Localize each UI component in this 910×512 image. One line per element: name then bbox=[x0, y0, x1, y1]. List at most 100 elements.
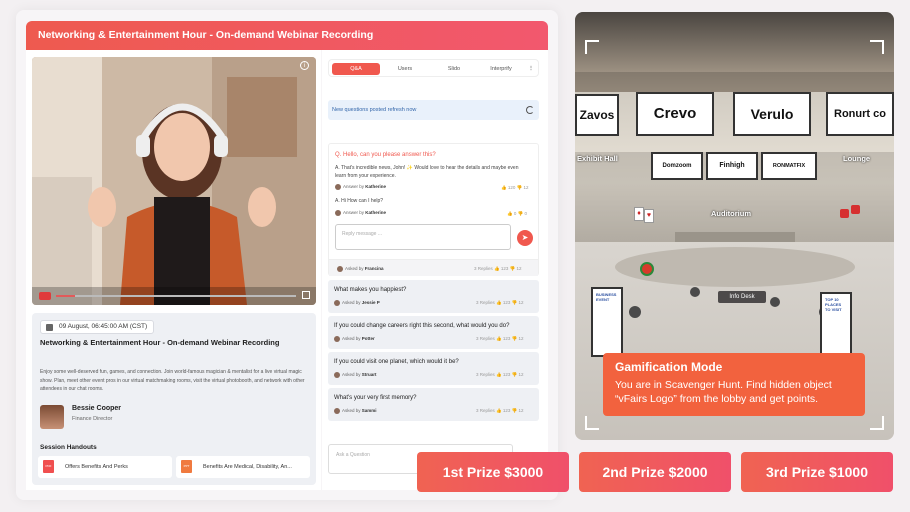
asked-by-label: Asked by bbox=[342, 408, 361, 414]
dice-icon[interactable] bbox=[840, 209, 849, 218]
session-date: 09 August, 06:45:00 AM (CST) bbox=[59, 323, 148, 330]
session-info: 09 August, 06:45:00 AM (CST) Networking … bbox=[32, 313, 316, 485]
answer-by-label: Answer by bbox=[343, 210, 365, 216]
handout-item[interactable]: PDF Offers Benefits And Perks bbox=[38, 456, 172, 478]
info-desk-label[interactable]: Info Desk bbox=[718, 291, 766, 303]
sponsor-logo[interactable]: Finhigh bbox=[706, 152, 758, 180]
question-title: If you could change careers right this s… bbox=[334, 323, 510, 329]
question-item[interactable]: What's your very first memory? Asked by … bbox=[328, 388, 539, 421]
qa-tabs: Q&A Users Slido Interprify ⋮ bbox=[328, 59, 539, 77]
webinar-title: Networking & Entertainment Hour - On-dem… bbox=[26, 21, 548, 50]
auditorium-label[interactable]: Auditorium bbox=[711, 209, 751, 218]
sponsor-logo[interactable]: Crevo bbox=[636, 92, 714, 136]
fullscreen-icon[interactable] bbox=[302, 291, 310, 299]
like-count: 123 bbox=[502, 300, 511, 305]
refresh-icon[interactable] bbox=[526, 106, 534, 114]
question-stats[interactable]: 3 Replies 👍 123 👎 12 bbox=[476, 336, 524, 342]
asked-by-label: Asked by bbox=[342, 372, 361, 378]
frame-corner bbox=[870, 416, 884, 430]
dislike-count: 12 bbox=[523, 185, 529, 190]
question-stats[interactable]: 3 Replies 👍 123 👎 12 bbox=[476, 408, 524, 414]
standee-top-places[interactable]: TOP 10 PLACES TO VISIT bbox=[820, 292, 852, 362]
session-description: Enjoy some well-deserved fun, games, and… bbox=[40, 369, 305, 392]
handout-item[interactable]: PPT Benefits Are Medical, Disability, An… bbox=[176, 456, 310, 478]
dislike-count: 12 bbox=[518, 300, 524, 305]
asked-author: Potter bbox=[361, 336, 375, 342]
prize-third: 3rd Prize $1000 bbox=[741, 452, 893, 492]
refresh-notice[interactable]: New questions posted refresh now bbox=[328, 100, 539, 120]
send-button[interactable]: ➤ bbox=[517, 230, 533, 246]
asked-author: Struart bbox=[361, 372, 377, 378]
exhibit-hall-label[interactable]: Exhibit Hall bbox=[577, 154, 618, 163]
question-stats[interactable]: 3 Replies 👍 123 👎 12 bbox=[476, 300, 524, 306]
asked-meta: Asked by Francina bbox=[337, 266, 384, 272]
prize-first: 1st Prize $3000 bbox=[417, 452, 569, 492]
sponsor-logo[interactable]: Domzoom bbox=[651, 152, 703, 180]
dislike-count: 12 bbox=[518, 408, 524, 413]
roulette-icon[interactable] bbox=[640, 262, 654, 276]
tab-slido[interactable]: Slido bbox=[430, 63, 478, 75]
asked-meta: Asked by Potter bbox=[334, 336, 375, 342]
prize-label: 1st Prize $3000 bbox=[442, 464, 544, 480]
youtube-icon[interactable] bbox=[39, 292, 51, 300]
tab-qa[interactable]: Q&A bbox=[332, 63, 380, 75]
dice-icon[interactable] bbox=[851, 205, 860, 214]
answer-stats[interactable]: 👍 120 👎 12 bbox=[501, 185, 529, 191]
standee-business-event[interactable]: BUSINESS EVENT bbox=[591, 287, 623, 357]
like-count: 123 bbox=[502, 408, 511, 413]
sponsor-logo[interactable]: Zavos bbox=[575, 94, 619, 136]
info-icon[interactable]: i bbox=[300, 61, 309, 70]
more-options-icon[interactable]: ⋮ bbox=[526, 63, 536, 75]
pdf-icon: PDF bbox=[43, 460, 54, 473]
session-title: Networking & Entertainment Hour - On-dem… bbox=[40, 338, 280, 347]
asked-by-label: Asked by bbox=[342, 300, 361, 306]
prize-second: 2nd Prize $2000 bbox=[579, 452, 731, 492]
handout-label: Offers Benefits And Perks bbox=[65, 464, 128, 470]
answer-meta: Answer by Katherine bbox=[335, 210, 386, 216]
question-item[interactable]: If you could visit one planet, which wou… bbox=[328, 352, 539, 385]
video-progress-fill bbox=[56, 295, 76, 297]
video-player[interactable]: i bbox=[32, 57, 316, 305]
asked-meta: Asked by Jessie P bbox=[334, 300, 380, 306]
sponsor-logo[interactable]: Ronurt co bbox=[826, 92, 894, 136]
asked-meta: Asked by Struart bbox=[334, 372, 377, 378]
question-item[interactable]: If you could change careers right this s… bbox=[328, 316, 539, 349]
replies-count: 3 Replies bbox=[476, 372, 495, 377]
speaker-role: Finance Director bbox=[72, 416, 113, 422]
sponsor-logo[interactable]: Verulo bbox=[733, 92, 811, 136]
replies-count: 3 Replies bbox=[476, 408, 495, 413]
question-stats[interactable]: 3 Replies 👍 123 👎 12 bbox=[474, 266, 522, 272]
answer-stats[interactable]: 👍 0 👎 0 bbox=[507, 211, 527, 217]
calendar-icon bbox=[46, 324, 53, 331]
answer-author: Katherine bbox=[365, 210, 387, 216]
handouts-heading: Session Handouts bbox=[40, 444, 97, 451]
lounge-label[interactable]: Lounge bbox=[843, 154, 870, 163]
playing-card-icon[interactable]: ♦ bbox=[634, 207, 644, 221]
avatar bbox=[337, 266, 343, 272]
video-progress-bar[interactable] bbox=[56, 295, 296, 297]
like-count: 123 bbox=[502, 336, 511, 341]
gamification-text: You are in Scavenger Hunt. Find hidden o… bbox=[615, 379, 832, 405]
tab-interprify[interactable]: Interprify bbox=[477, 63, 525, 75]
asked-by-label: Asked by bbox=[345, 266, 364, 272]
question-item[interactable]: What makes you happiest? Asked by Jessie… bbox=[328, 280, 539, 313]
reply-input[interactable]: Reply message ... bbox=[335, 224, 511, 250]
question-footer: Asked by Francina 3 Replies 👍 123 👎 12 bbox=[329, 259, 538, 276]
avatar bbox=[334, 336, 340, 342]
video-controls bbox=[32, 287, 316, 305]
question-stats[interactable]: 3 Replies 👍 123 👎 12 bbox=[476, 372, 524, 378]
like-count: 123 bbox=[500, 266, 509, 271]
refresh-text: New questions posted refresh now bbox=[332, 107, 417, 113]
answer-by-label: Answer by bbox=[343, 184, 365, 190]
playing-card-icon[interactable]: ♥ bbox=[644, 209, 654, 223]
dislike-count: 12 bbox=[516, 266, 522, 271]
like-count: 0 bbox=[513, 211, 517, 216]
asked-author: Jessie P bbox=[361, 300, 380, 306]
prize-label: 2nd Prize $2000 bbox=[602, 464, 708, 480]
question-title: What's your very first memory? bbox=[334, 395, 417, 401]
question-title: If you could visit one planet, which wou… bbox=[334, 359, 459, 365]
frame-corner bbox=[585, 40, 599, 54]
tab-users[interactable]: Users bbox=[381, 63, 429, 75]
sponsor-logo[interactable]: RONMATFIX bbox=[761, 152, 817, 180]
dislike-count: 12 bbox=[518, 336, 524, 341]
